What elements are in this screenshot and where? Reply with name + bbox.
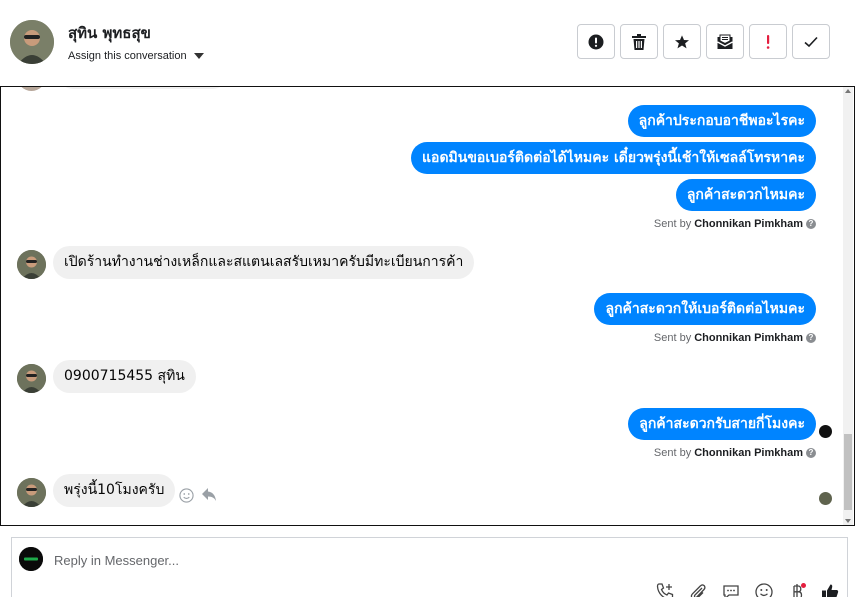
sent-by-agent: Chonnikan Pimkham [694,447,803,459]
avatar [17,87,46,91]
star-button[interactable] [663,24,701,59]
exclamation-icon [766,34,770,49]
message-incoming: เปิดร้านทำงานช่างเหล็กและสแตนเลสรับเหมาค… [53,246,475,279]
sent-by-agent: Chonnikan Pimkham [694,218,803,230]
message-thread: ลูกค้าประกอบอาชีพอะไรคะ แอดมินขอเบอร์ติด… [0,86,855,526]
message-incoming: พรุ่งนี้10โมงครับ [53,474,176,507]
message-outgoing: ลูกค้าสะดวกไหมคะ [675,179,816,211]
check-icon [804,36,818,47]
sent-by-label: Sent by Chonnikan Pimkham ? [654,447,816,459]
delete-button[interactable] [620,24,658,59]
sent-by-label: Sent by Chonnikan Pimkham ? [654,332,816,344]
mark-spam-button[interactable] [577,24,615,59]
message-bubble-partial [59,87,227,89]
composer-actions [654,581,840,597]
mark-unread-button[interactable] [706,24,744,59]
baht-icon[interactable] [786,581,807,597]
help-icon[interactable]: ? [806,219,816,229]
sent-by-agent: Chonnikan Pimkham [694,332,803,344]
sent-by-prefix: Sent by [653,218,692,230]
mark-done-button[interactable] [792,24,830,59]
conversation-toolbar [577,24,830,59]
message-outgoing: ลูกค้าประกอบอาชีพอะไรคะ [627,105,816,137]
help-icon[interactable]: ? [806,448,816,458]
assign-conversation-dropdown[interactable]: Assign this conversation [68,50,204,62]
caret-down-icon [193,53,204,59]
saved-reply-icon[interactable] [720,581,741,597]
scrollbar-thumb[interactable] [844,434,852,510]
like-icon[interactable] [819,581,840,597]
star-icon [675,34,689,48]
emoji-icon[interactable] [753,581,774,597]
message-outgoing: ลูกค้าสะดวกให้เบอร์ติดต่อไหมคะ [594,293,816,325]
avatar [17,478,46,507]
avatar [17,250,46,279]
scroll-down-icon[interactable] [845,519,851,523]
envelope-icon [717,34,733,49]
contact-name: สุทิน พุทธสุข [68,24,151,42]
contact-avatar[interactable] [10,20,54,64]
read-receipt-avatar [819,492,832,505]
phone-plus-icon[interactable] [654,581,675,597]
trash-icon [632,33,646,50]
react-emoji-icon[interactable] [179,488,194,503]
sent-by-prefix: Sent by [653,332,692,344]
exclamation-circle-icon [588,34,604,49]
assign-label: Assign this conversation [68,50,187,62]
mark-important-button[interactable] [749,24,787,59]
sent-by-prefix: Sent by [653,447,692,459]
seen-indicator-icon [819,425,832,438]
page-avatar [19,547,43,571]
scroll-up-icon[interactable] [845,89,851,93]
reply-composer [11,537,848,597]
message-outgoing: แอดมินขอเบอร์ติดต่อได้ไหมคะ เดี๋ยวพรุ่งน… [411,142,816,174]
help-icon[interactable]: ? [806,333,816,343]
reply-arrow-icon[interactable] [201,487,217,502]
sent-by-label: Sent by Chonnikan Pimkham ? [654,218,816,230]
message-incoming: 0900715455 สุทิน [53,360,196,393]
paperclip-icon[interactable] [687,581,708,597]
message-outgoing: ลูกค้าสะดวกรับสายกี่โมงคะ [628,408,816,440]
scrollbar[interactable] [843,87,853,525]
reply-input[interactable] [54,550,754,570]
conversation-header: สุทิน พุทธสุข Assign this conversation [0,0,855,86]
avatar [17,364,46,393]
